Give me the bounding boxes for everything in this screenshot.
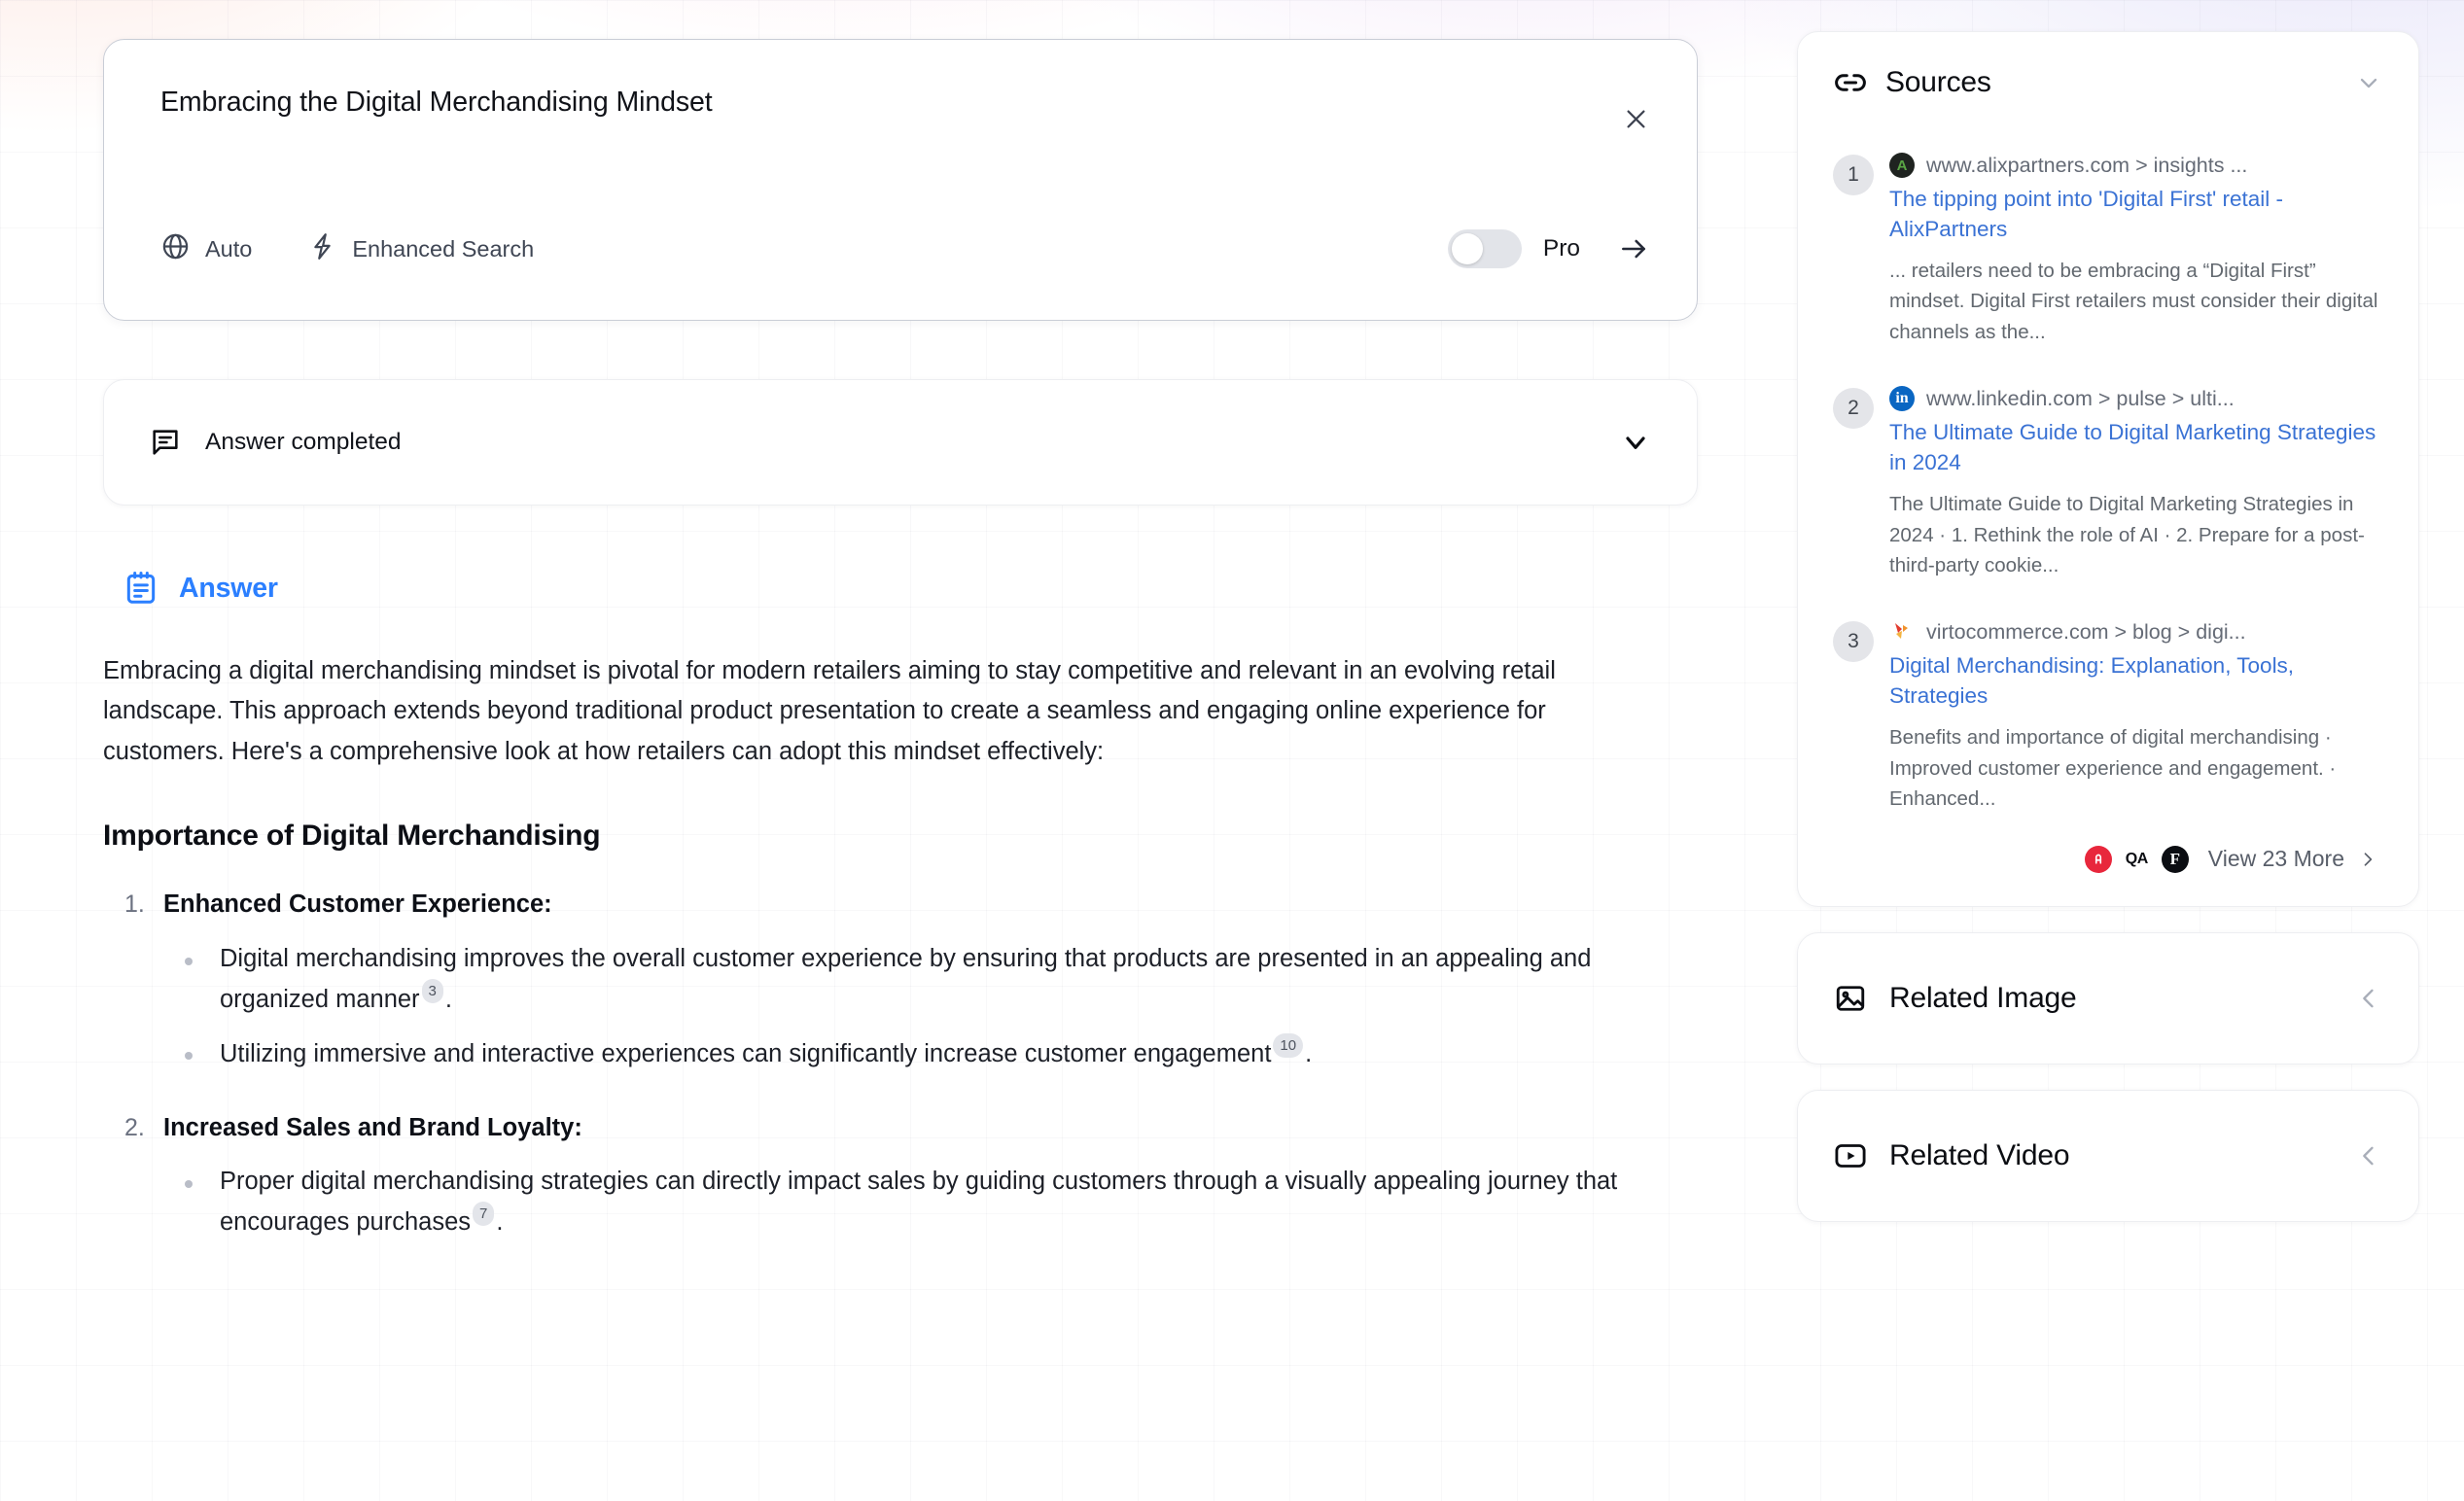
search-query-text[interactable]: Embracing the Digital Merchandising Mind…	[160, 85, 1642, 121]
answer-section: Answer Embracing a digital merchandising…	[103, 570, 1698, 1243]
close-icon[interactable]	[1617, 100, 1654, 137]
sub-bullet-list: Digital merchandising improves the overa…	[163, 939, 1669, 1075]
list-item-title: Increased Sales and Brand Loyalty:	[163, 1113, 582, 1141]
red-circle-favicon-icon	[2084, 845, 2112, 873]
sources-title: Sources	[1885, 66, 1991, 98]
link-icon	[1833, 65, 1868, 100]
linkedin-favicon-icon: in	[1889, 386, 1915, 412]
related-image-panel[interactable]: Related Image	[1797, 931, 2419, 1065]
source-snippet: ... retailers need to be embracing a “Di…	[1889, 260, 2378, 343]
mode-selector-auto[interactable]: Auto	[160, 231, 252, 267]
list-item-title: Enhanced Customer Experience:	[163, 890, 552, 919]
related-video-label: Related Video	[1889, 1138, 2070, 1171]
answer-header: Answer	[123, 570, 1698, 607]
citation-badge[interactable]: 3	[421, 979, 443, 1004]
related-image-label: Related Image	[1889, 981, 2077, 1014]
search-card: Embracing the Digital Merchandising Mind…	[103, 39, 1698, 321]
source-body: in www.linkedin.com > pulse > ulti... Th…	[1889, 386, 2383, 580]
bullet-text-after: .	[496, 1208, 504, 1237]
answer-intro-paragraph: Embracing a digital merchandising mindse…	[103, 657, 1556, 765]
source-number: 2	[1833, 388, 1874, 430]
list-item: Proper digital merchandising strategies …	[163, 1162, 1669, 1243]
citation-badge[interactable]: 10	[1273, 1033, 1304, 1059]
source-url-row: virtocommerce.com > blog > digi...	[1889, 619, 2383, 645]
submit-arrow-icon[interactable]	[1613, 228, 1654, 269]
source-url-row: A www.alixpartners.com > insights ...	[1889, 153, 2383, 178]
source-title-link[interactable]: Digital Merchandising: Explanation, Tool…	[1889, 650, 2383, 711]
source-snippet: Benefits and importance of digital merch…	[1889, 726, 2337, 811]
bullet-text-after: .	[1305, 1040, 1313, 1068]
answer-status-bar[interactable]: Answer completed	[103, 379, 1698, 506]
page-root: Embracing the Digital Merchandising Mind…	[0, 0, 2464, 1501]
globe-icon	[160, 231, 191, 267]
sources-header: Sources	[1833, 65, 2383, 100]
message-bubble-icon	[149, 426, 182, 459]
list-item: Increased Sales and Brand Loyalty: Prope…	[103, 1108, 1669, 1243]
source-url: virtocommerce.com > blog > digi...	[1926, 619, 2246, 644]
source-item[interactable]: 2 in www.linkedin.com > pulse > ulti... …	[1833, 386, 2383, 580]
related-video-panel[interactable]: Related Video	[1797, 1089, 2419, 1222]
f-favicon-icon: F	[2161, 845, 2189, 873]
answer-section-heading: Importance of Digital Merchandising	[103, 819, 601, 852]
answer-title: Answer	[179, 572, 278, 604]
source-number: 3	[1833, 621, 1874, 663]
source-url: www.linkedin.com > pulse > ulti...	[1926, 386, 2235, 410]
source-body: virtocommerce.com > blog > digi... Digit…	[1889, 619, 2383, 814]
list-item: Enhanced Customer Experience: Digital me…	[103, 885, 1669, 1074]
sub-bullet-list: Proper digital merchandising strategies …	[163, 1162, 1669, 1243]
sources-panel: Sources 1 A www.alixpartners.com > insig…	[1797, 31, 2419, 907]
qa-favicon-icon: QA	[2125, 850, 2149, 867]
mode-label: Auto	[205, 235, 253, 262]
answer-status-text: Answer completed	[205, 429, 402, 455]
importance-list: Enhanced Customer Experience: Digital me…	[103, 885, 1669, 1242]
list-item: Digital merchandising improves the overa…	[163, 939, 1669, 1021]
virtocommerce-favicon-icon	[1889, 619, 1915, 645]
source-title-link[interactable]: The Ultimate Guide to Digital Marketing …	[1889, 417, 2383, 477]
source-url: www.alixpartners.com > insights ...	[1926, 153, 2248, 177]
source-url-row: in www.linkedin.com > pulse > ulti...	[1889, 386, 2383, 412]
answer-body: Embracing a digital merchandising mindse…	[103, 651, 1669, 1243]
chevron-down-icon[interactable]	[1619, 426, 1652, 459]
bullet-text: Proper digital merchandising strategies …	[220, 1167, 1618, 1237]
source-snippet: The Ultimate Guide to Digital Marketing …	[1889, 493, 2365, 576]
sidebar-column: Sources 1 A www.alixpartners.com > insig…	[1797, 31, 2419, 1222]
pro-toggle[interactable]	[1447, 229, 1522, 268]
view-more-sources-button[interactable]: QA F View 23 More	[1833, 845, 2383, 873]
source-number: 1	[1833, 155, 1874, 195]
source-item[interactable]: 3 virtocommerce.com > blog > digi... Dig	[1833, 619, 2383, 814]
bullet-text-after: .	[444, 986, 452, 1014]
chevron-left-icon[interactable]	[2354, 1141, 2383, 1170]
lightning-bolt-icon	[307, 231, 337, 267]
bullet-text: Utilizing immersive and interactive expe…	[220, 1040, 1272, 1068]
notepad-icon	[123, 570, 159, 607]
list-item: Utilizing immersive and interactive expe…	[163, 1033, 1669, 1074]
chevron-down-icon[interactable]	[2354, 68, 2383, 97]
enhanced-search-label: Enhanced Search	[352, 235, 535, 262]
pro-toggle-knob	[1451, 233, 1483, 264]
alixpartners-favicon-icon: A	[1889, 153, 1915, 178]
source-title-link[interactable]: The tipping point into 'Digital First' r…	[1889, 184, 2383, 244]
main-content-column: Embracing the Digital Merchandising Mind…	[103, 39, 1698, 1276]
bullet-text: Digital merchandising improves the overa…	[220, 944, 1592, 1014]
source-body: A www.alixpartners.com > insights ... Th…	[1889, 153, 2383, 347]
video-play-icon	[1833, 1138, 1868, 1173]
source-item[interactable]: 1 A www.alixpartners.com > insights ... …	[1833, 153, 2383, 347]
view-more-label: View 23 More	[2207, 846, 2344, 872]
chevron-right-icon	[2358, 849, 2379, 870]
enhanced-search-toggle[interactable]: Enhanced Search	[307, 231, 534, 267]
search-toolbar-right: Pro	[1447, 228, 1654, 269]
citation-badge[interactable]: 7	[473, 1202, 495, 1227]
search-toolbar: Auto Enhanced Search Pro	[160, 228, 1654, 269]
image-icon	[1833, 981, 1868, 1016]
chevron-left-icon[interactable]	[2354, 984, 2383, 1013]
pro-label: Pro	[1542, 235, 1580, 262]
